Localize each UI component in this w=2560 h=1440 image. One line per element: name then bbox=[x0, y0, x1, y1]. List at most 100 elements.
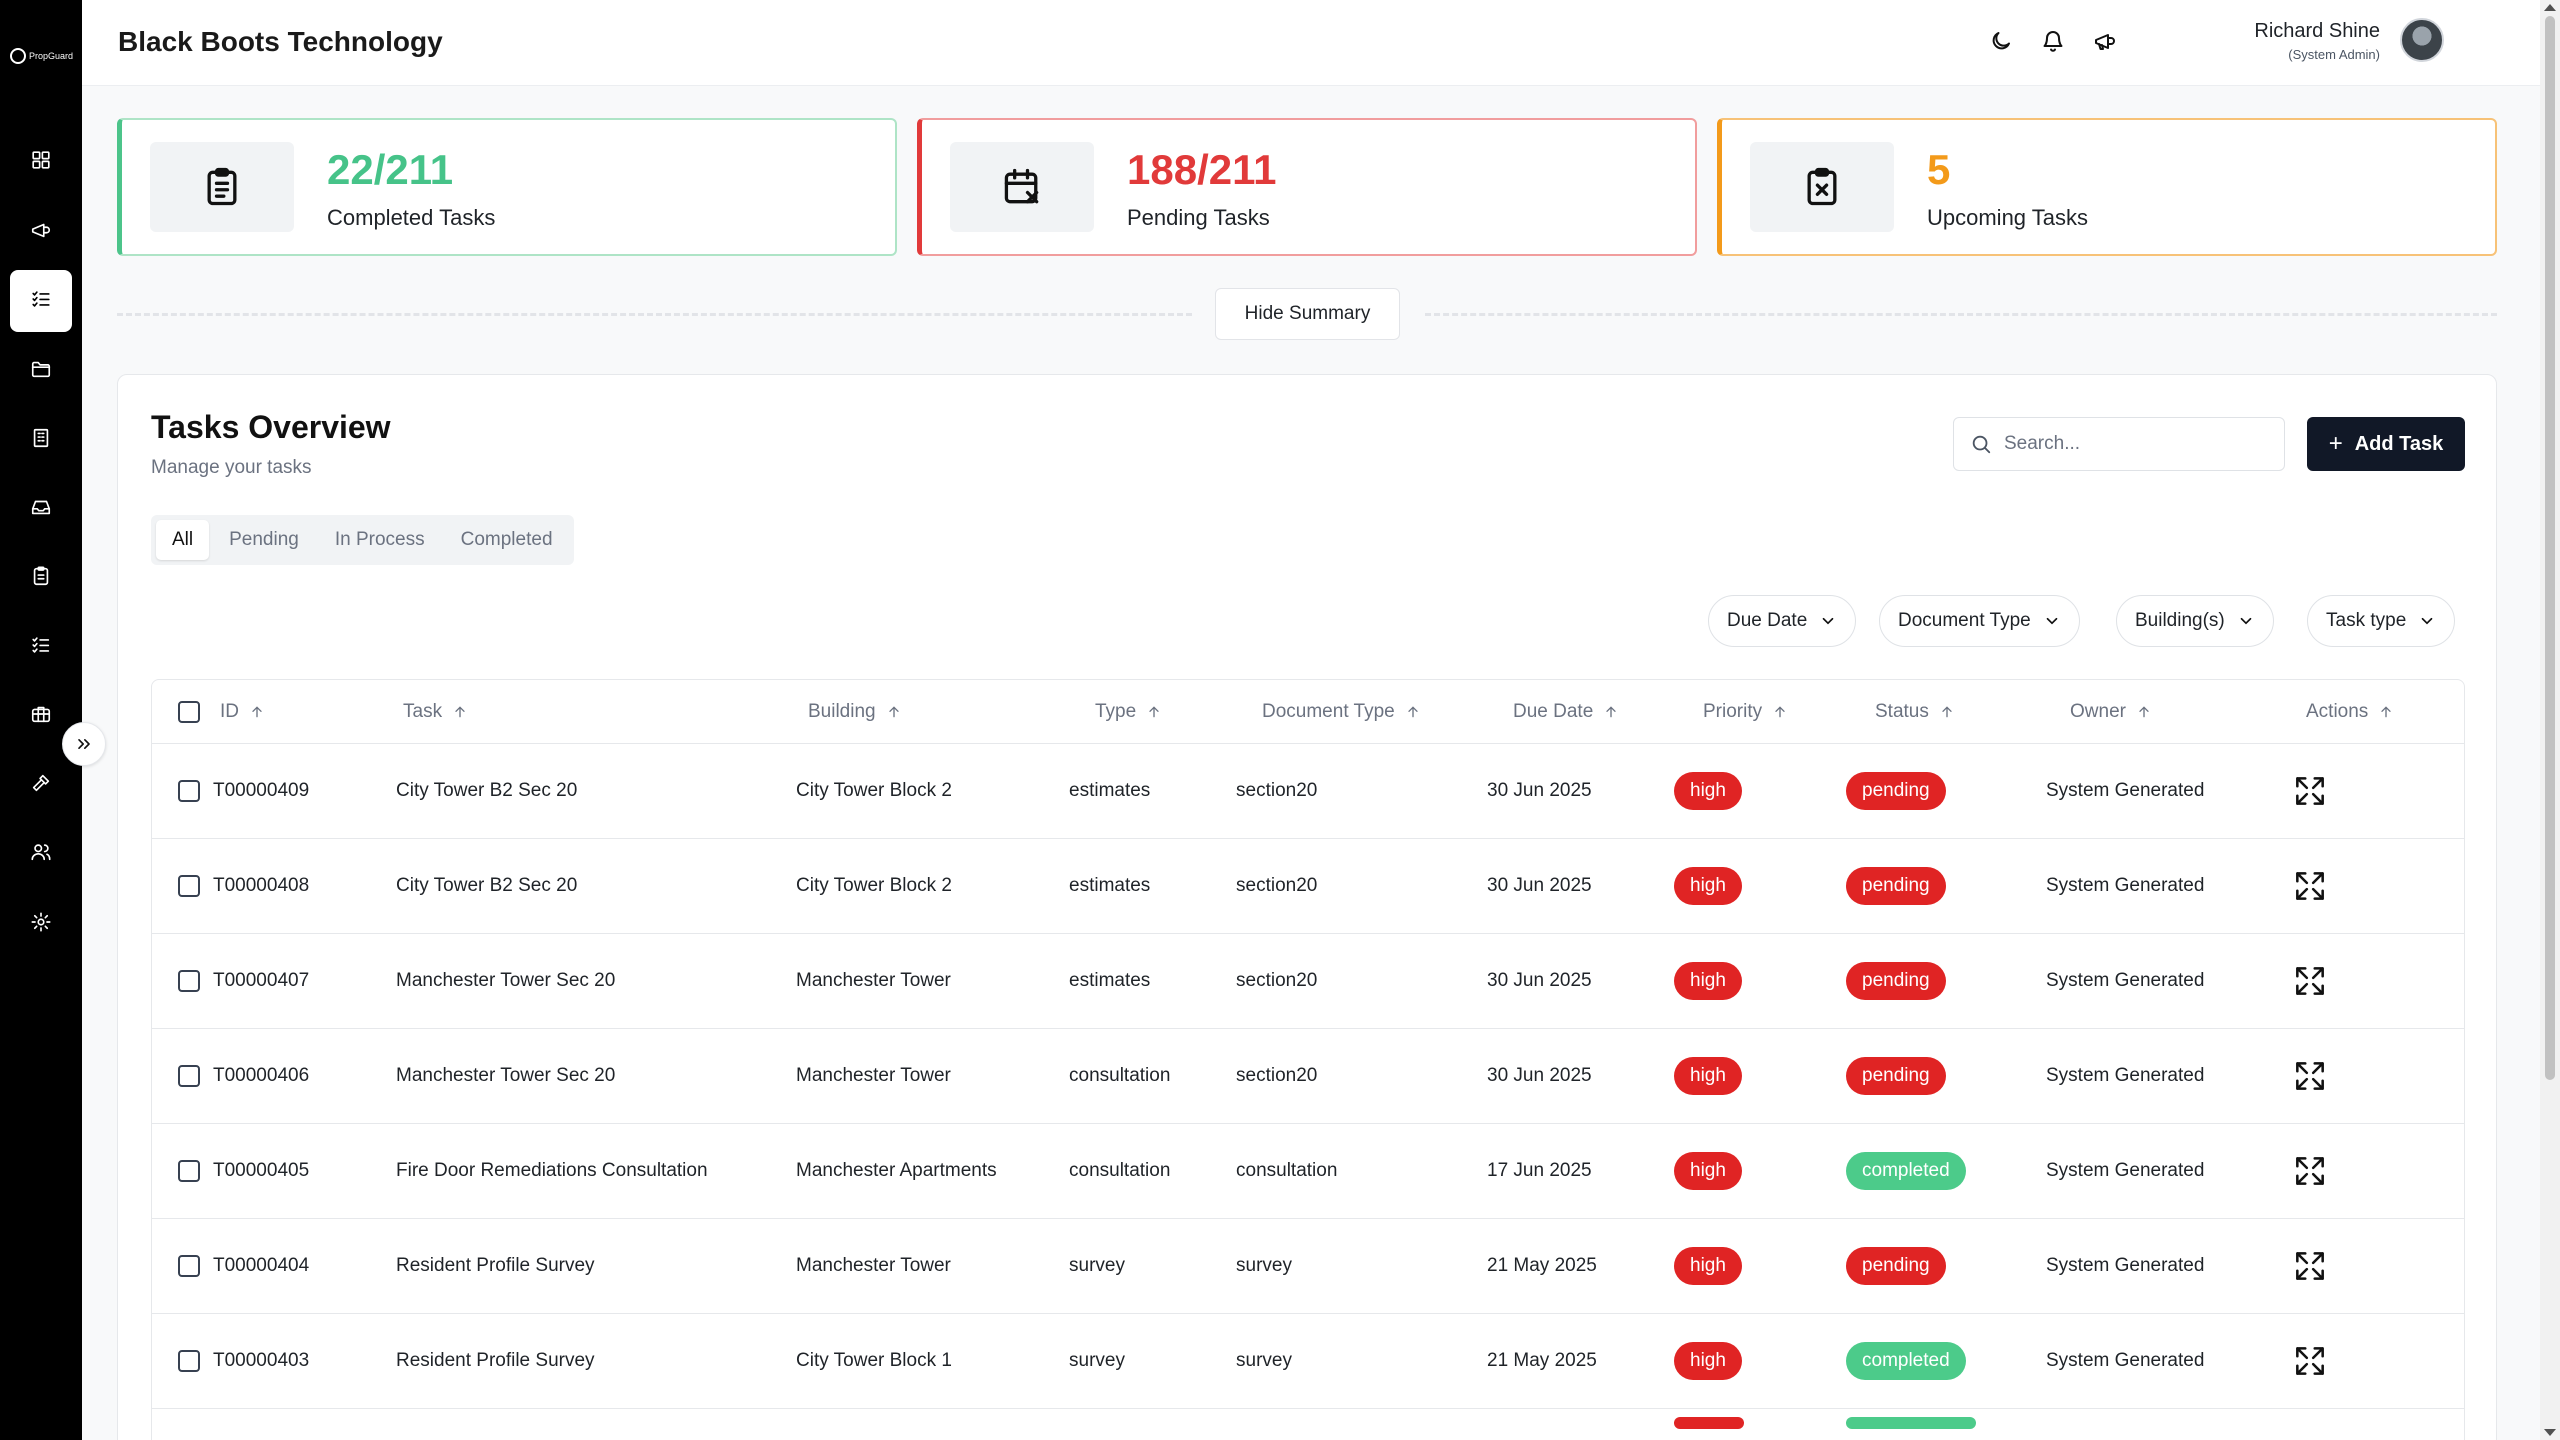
buildings-filter[interactable]: Building(s) bbox=[2116, 595, 2274, 647]
column-header-actions[interactable]: Actions bbox=[2306, 680, 2394, 743]
sidebar-item-building[interactable] bbox=[10, 409, 72, 471]
expand-icon[interactable] bbox=[2291, 772, 2329, 810]
sidebar-item-checklist[interactable] bbox=[10, 616, 72, 678]
column-header-due-date[interactable]: Due Date bbox=[1513, 680, 1619, 743]
user-info[interactable]: Richard Shine (System Admin) bbox=[2254, 20, 2380, 62]
table-header-row: ID Task Building Type Document Type Due Date P… bbox=[152, 680, 2464, 744]
row-checkbox[interactable] bbox=[178, 1065, 200, 1087]
folder-icon bbox=[30, 358, 52, 385]
cell-doc-type: consultation bbox=[1236, 1160, 1338, 1181]
row-checkbox[interactable] bbox=[178, 1255, 200, 1277]
table-row[interactable]: T00000407 Manchester Tower Sec 20 Manchest… bbox=[152, 934, 2464, 1029]
row-checkbox[interactable] bbox=[178, 1160, 200, 1182]
due-date-filter[interactable]: Due Date bbox=[1708, 595, 1857, 647]
table-row[interactable]: T00000408 City Tower B2 Sec 20 City Tower … bbox=[152, 839, 2464, 934]
row-checkbox[interactable] bbox=[178, 875, 200, 897]
row-checkbox[interactable] bbox=[178, 1350, 200, 1372]
column-header-label: Document Type bbox=[1262, 700, 1395, 722]
sort-arrow-icon[interactable] bbox=[1939, 704, 1955, 720]
column-header-type[interactable]: Type bbox=[1095, 680, 1162, 743]
sidebar-item-dashboard[interactable] bbox=[10, 131, 72, 193]
dark-mode-toggle[interactable] bbox=[1986, 26, 2016, 56]
page-subtitle: Manage your tasks bbox=[151, 457, 312, 478]
column-header-id[interactable]: ID bbox=[220, 680, 265, 743]
priority-badge-partial bbox=[1674, 1417, 1744, 1429]
scroll-up-arrow-icon[interactable] bbox=[2544, 4, 2556, 11]
expand-icon[interactable] bbox=[2291, 1057, 2329, 1095]
select-all-checkbox[interactable] bbox=[178, 700, 200, 723]
status-badge: pending bbox=[1846, 772, 1946, 810]
app-logo[interactable]: PropGuard bbox=[10, 42, 74, 70]
table-row[interactable]: T00000406 Manchester Tower Sec 20 Manchest… bbox=[152, 1029, 2464, 1124]
notifications-button[interactable] bbox=[2038, 26, 2068, 56]
add-task-label: Add Task bbox=[2354, 432, 2444, 455]
cell-doc-type: survey bbox=[1236, 1255, 1292, 1276]
filter-label: Document Type bbox=[1898, 610, 2031, 631]
sidebar-item-hammer[interactable] bbox=[10, 754, 72, 816]
tab-completed[interactable]: Completed bbox=[445, 520, 569, 560]
clipboard-icon bbox=[30, 565, 52, 592]
tab-in-process[interactable]: In Process bbox=[319, 520, 441, 560]
table-row[interactable]: T00000403 Resident Profile Survey City Tow… bbox=[152, 1314, 2464, 1409]
task-type-filter[interactable]: Task type bbox=[2307, 595, 2456, 647]
sidebar-item-settings[interactable] bbox=[10, 893, 72, 955]
column-header-owner[interactable]: Owner bbox=[2070, 680, 2152, 743]
column-header-document-type[interactable]: Document Type bbox=[1262, 680, 1421, 743]
table-row[interactable]: T00000409 City Tower B2 Sec 20 City Tower … bbox=[152, 744, 2464, 839]
sidebar-item-inbox-tray[interactable] bbox=[10, 478, 72, 540]
chevron-down-icon bbox=[2046, 617, 2058, 625]
expand-icon[interactable] bbox=[2291, 1247, 2329, 1285]
sidebar-item-folder[interactable] bbox=[10, 340, 72, 402]
column-header-building[interactable]: Building bbox=[808, 680, 902, 743]
cell-task: Manchester Tower Sec 20 bbox=[396, 970, 616, 991]
document-type-filter[interactable]: Document Type bbox=[1879, 595, 2080, 647]
sidebar-item-clipboard[interactable] bbox=[10, 547, 72, 609]
avatar[interactable] bbox=[2400, 18, 2444, 62]
cell-due: 30 Jun 2025 bbox=[1487, 970, 1592, 991]
moon-icon bbox=[1992, 32, 2010, 50]
sort-arrow-icon[interactable] bbox=[1405, 704, 1421, 720]
sort-arrow-icon[interactable] bbox=[249, 704, 265, 720]
column-header-priority[interactable]: Priority bbox=[1703, 680, 1788, 743]
cell-building: Manchester Tower bbox=[796, 1255, 951, 1276]
sort-arrow-icon[interactable] bbox=[1603, 704, 1619, 720]
scroll-down-arrow-icon[interactable] bbox=[2544, 1429, 2556, 1436]
expand-icon[interactable] bbox=[2291, 1152, 2329, 1190]
expand-sidebar-button[interactable] bbox=[62, 722, 106, 766]
cell-due: 30 Jun 2025 bbox=[1487, 1065, 1592, 1086]
search-box[interactable] bbox=[1953, 417, 2285, 471]
sort-arrow-icon[interactable] bbox=[886, 704, 902, 720]
priority-badge: high bbox=[1674, 1152, 1742, 1190]
sidebar-item-users[interactable] bbox=[10, 823, 72, 885]
announcements-button[interactable] bbox=[2090, 26, 2120, 56]
sort-arrow-icon[interactable] bbox=[2136, 704, 2152, 720]
sort-arrow-icon[interactable] bbox=[2378, 704, 2394, 720]
table-row[interactable]: T00000405 Fire Door Remediations Consulta… bbox=[152, 1124, 2464, 1219]
sidebar-item-task-list[interactable] bbox=[10, 270, 72, 332]
cell-id: T00000407 bbox=[213, 970, 310, 991]
add-task-button[interactable]: + Add Task bbox=[2307, 417, 2465, 471]
column-header-label: Building bbox=[808, 700, 876, 722]
sort-arrow-icon[interactable] bbox=[1146, 704, 1162, 720]
tab-pending[interactable]: Pending bbox=[213, 520, 315, 560]
column-header-status[interactable]: Status bbox=[1875, 680, 1955, 743]
sort-arrow-icon[interactable] bbox=[1772, 704, 1788, 720]
row-checkbox[interactable] bbox=[178, 970, 200, 992]
cell-id: T00000409 bbox=[213, 780, 310, 801]
sidebar-item-megaphone[interactable] bbox=[10, 201, 72, 263]
sort-arrow-icon[interactable] bbox=[452, 704, 468, 720]
column-header-label: Task bbox=[403, 700, 443, 722]
column-header-task[interactable]: Task bbox=[403, 680, 468, 743]
expand-icon[interactable] bbox=[2291, 962, 2329, 1000]
expand-icon[interactable] bbox=[2291, 1342, 2329, 1380]
cell-due: 17 Jun 2025 bbox=[1487, 1160, 1592, 1181]
calendar-x-icon bbox=[1004, 168, 1039, 204]
expand-icon[interactable] bbox=[2291, 867, 2329, 905]
scrollbar-thumb[interactable] bbox=[2545, 16, 2555, 1080]
page-scrollbar[interactable] bbox=[2540, 0, 2560, 1440]
row-checkbox[interactable] bbox=[178, 780, 200, 802]
tab-all[interactable]: All bbox=[156, 520, 210, 560]
hide-summary-button[interactable]: Hide Summary bbox=[1215, 288, 1400, 340]
table-row[interactable]: T00000404 Resident Profile Survey Manchest… bbox=[152, 1219, 2464, 1314]
search-input[interactable] bbox=[2004, 433, 2264, 455]
